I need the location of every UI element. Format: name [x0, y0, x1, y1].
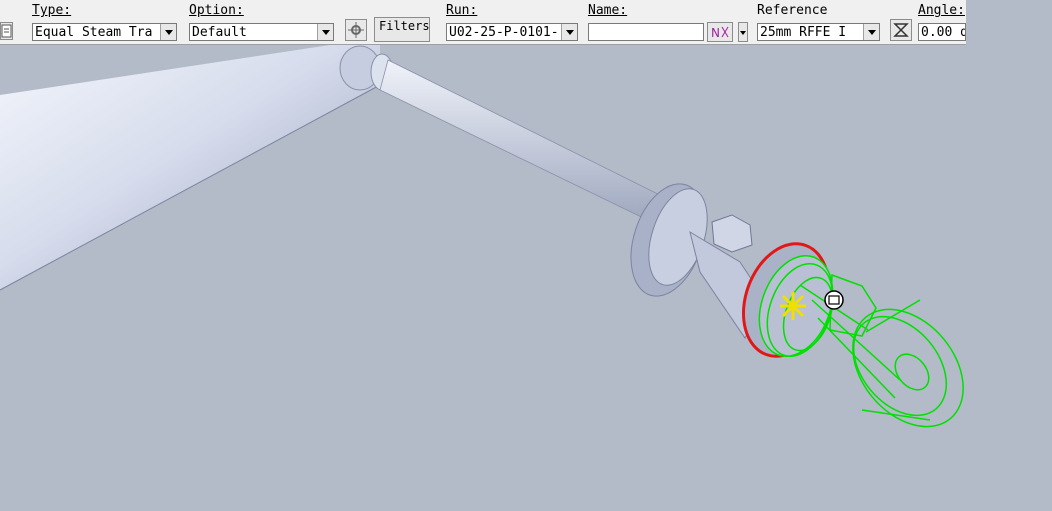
branch-pipe[interactable] [379, 59, 681, 231]
type-value: Equal Steam Tra [35, 25, 153, 40]
name-label: Name: [588, 3, 628, 18]
option-dropdown[interactable]: Default [189, 23, 334, 41]
toolbar-background-end [966, 0, 1052, 44]
name-generator-icon[interactable]: N [707, 22, 733, 42]
component-icon[interactable] [345, 19, 367, 41]
chevron-down-icon[interactable] [561, 24, 577, 40]
filters-label: Filters [379, 19, 430, 33]
chevron-down-icon[interactable] [863, 24, 879, 40]
origin-marker-icon [780, 292, 806, 320]
angle-value: 0.00 d [921, 25, 966, 40]
reference-label: Reference [757, 3, 828, 18]
run-dropdown[interactable]: U02-25-P-0101- [446, 23, 578, 41]
connection-point-icon[interactable] [824, 290, 844, 310]
svg-text:N: N [711, 26, 720, 40]
trap-plug-nut[interactable] [711, 214, 753, 253]
run-value: U02-25-P-0101- [449, 25, 559, 40]
reference-dropdown[interactable]: 25mm RFFE I [757, 23, 880, 41]
chevron-down-icon[interactable] [160, 24, 176, 40]
document-icon[interactable] [0, 22, 13, 40]
placement-toolbar: Type: Equal Steam Tra Option: Default Fi… [0, 0, 966, 45]
type-label: Type: [32, 3, 72, 18]
chevron-down-icon[interactable] [317, 24, 333, 40]
option-value: Default [192, 25, 247, 40]
main-pipe[interactable] [0, 45, 380, 290]
3d-viewport[interactable] [0, 45, 1052, 511]
type-dropdown[interactable]: Equal Steam Tra [32, 23, 177, 41]
name-dropdown-button[interactable] [738, 22, 748, 42]
run-label: Run: [446, 3, 478, 18]
angle-field[interactable]: 0.00 d [918, 23, 966, 41]
reference-point-icon[interactable] [890, 19, 912, 41]
angle-label: Angle: [918, 3, 965, 18]
filters-button[interactable]: Filters [374, 17, 430, 42]
reference-value: 25mm RFFE I [760, 25, 847, 40]
option-label: Option: [189, 3, 244, 18]
name-field[interactable] [588, 23, 704, 41]
